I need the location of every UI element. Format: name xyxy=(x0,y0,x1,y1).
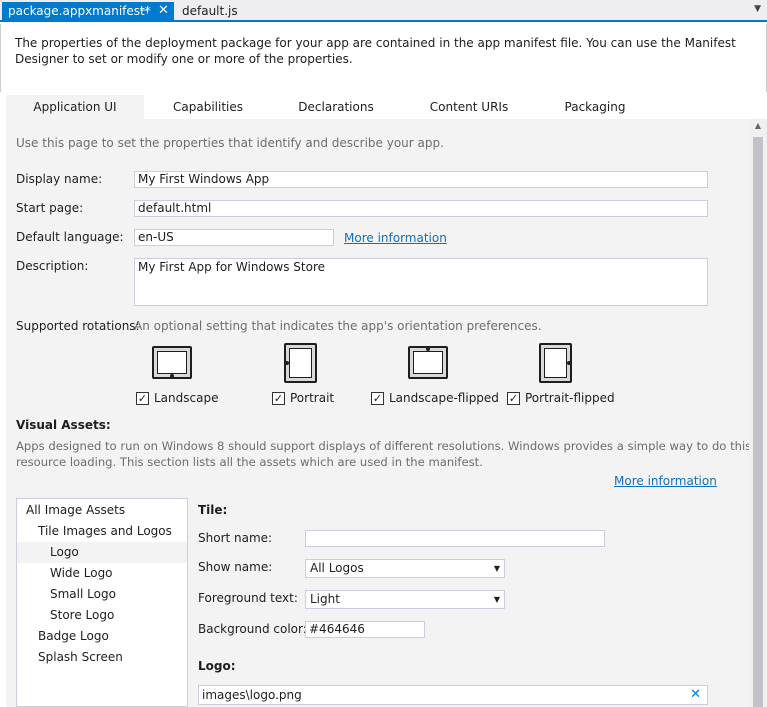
foreground-text-value: Light xyxy=(310,592,340,606)
start-page-field[interactable]: default.html xyxy=(134,200,708,217)
default-language-label: Default language: xyxy=(16,230,124,244)
background-color-field[interactable]: #464646 xyxy=(305,621,425,638)
visual-assets-description-line-2: resource loading. This section lists all… xyxy=(16,455,483,469)
tab-content-uris[interactable]: Content URIs xyxy=(400,95,538,119)
portrait-flipped-device-icon xyxy=(539,343,572,383)
tree-item-store-logo[interactable]: Store Logo xyxy=(17,605,187,626)
show-name-value: All Logos xyxy=(310,561,364,575)
logo-path-field[interactable]: images\logo.png ✕ xyxy=(198,685,708,705)
start-page-label: Start page: xyxy=(16,201,84,215)
chevron-down-icon: ▼ xyxy=(493,564,500,573)
tab-declarations[interactable]: Declarations xyxy=(272,95,400,119)
portrait-flipped-label: Portrait-flipped xyxy=(525,391,615,405)
display-name-field[interactable]: My First Windows App xyxy=(134,171,708,188)
tree-item-all-image-assets[interactable]: All Image Assets xyxy=(17,500,187,521)
landscape-checkbox[interactable]: ✓ xyxy=(136,392,149,405)
tab-default-js[interactable]: default.js xyxy=(176,2,238,22)
tab-packaging[interactable]: Packaging xyxy=(538,95,652,119)
scroll-up-icon[interactable]: ▲ xyxy=(749,121,767,130)
designer-tab-strip: Application UI Capabilities Declarations… xyxy=(6,95,756,119)
tree-item-wide-logo[interactable]: Wide Logo xyxy=(17,563,187,584)
supported-rotations-label: Supported rotations: xyxy=(16,319,140,333)
description-field[interactable]: My First App for Windows Store xyxy=(134,258,708,306)
portrait-device-icon xyxy=(284,343,317,383)
landscape-device-icon xyxy=(152,346,192,379)
default-language-field[interactable]: en-US xyxy=(134,229,334,246)
visual-assets-description-line-1: Apps designed to run on Windows 8 should… xyxy=(16,439,749,453)
foreground-text-select[interactable]: Light ▼ xyxy=(305,590,505,609)
close-icon[interactable]: ✕ xyxy=(158,2,169,20)
rotations-hint: An optional setting that indicates the a… xyxy=(134,319,542,333)
pin-icon[interactable]: ⊣ xyxy=(139,2,149,20)
scrollbar-thumb[interactable] xyxy=(753,137,763,707)
chevron-down-icon: ▼ xyxy=(493,595,500,604)
manifest-intro-text: The properties of the deployment package… xyxy=(0,24,767,92)
page-hint: Use this page to set the properties that… xyxy=(16,136,444,150)
landscape-flipped-device-icon xyxy=(408,346,448,379)
display-name-label: Display name: xyxy=(16,172,103,186)
description-label: Description: xyxy=(16,259,89,273)
tab-label: package.appxmanifest* xyxy=(8,4,151,18)
visual-assets-title: Visual Assets: xyxy=(16,418,111,432)
application-ui-panel: Use this page to set the properties that… xyxy=(6,119,749,707)
short-name-label: Short name: xyxy=(198,531,273,545)
tree-item-logo[interactable]: Logo xyxy=(17,542,187,563)
show-name-select[interactable]: All Logos ▼ xyxy=(305,559,505,578)
chevron-down-icon[interactable]: ▼ xyxy=(754,4,761,14)
clear-icon[interactable]: ✕ xyxy=(690,686,701,704)
short-name-field[interactable] xyxy=(305,530,605,547)
tab-label: default.js xyxy=(182,4,238,18)
tree-item-tile-images-and-logos[interactable]: Tile Images and Logos xyxy=(17,521,187,542)
landscape-flipped-checkbox[interactable]: ✓ xyxy=(371,392,384,405)
vertical-scrollbar[interactable]: ▲ xyxy=(749,119,767,707)
language-more-info-link[interactable]: More information xyxy=(344,231,447,245)
tab-application-ui[interactable]: Application UI xyxy=(6,95,144,119)
tree-item-splash-screen[interactable]: Splash Screen xyxy=(17,647,187,668)
visual-assets-more-info-link[interactable]: More information xyxy=(614,474,717,488)
tile-section-title: Tile: xyxy=(198,503,228,517)
logo-path-value: images\logo.png xyxy=(202,688,302,702)
portrait-flipped-checkbox[interactable]: ✓ xyxy=(507,392,520,405)
document-tab-bar: package.appxmanifest* ⊣ ✕ default.js ▼ xyxy=(0,0,767,22)
tree-item-small-logo[interactable]: Small Logo xyxy=(17,584,187,605)
portrait-checkbox[interactable]: ✓ xyxy=(272,392,285,405)
tab-package-appxmanifest[interactable]: package.appxmanifest* ⊣ ✕ xyxy=(2,2,174,22)
tab-capabilities[interactable]: Capabilities xyxy=(144,95,272,119)
image-assets-tree: All Image Assets Tile Images and Logos L… xyxy=(16,498,188,707)
foreground-text-label: Foreground text: xyxy=(198,591,298,605)
landscape-label: Landscape xyxy=(154,391,219,405)
show-name-label: Show name: xyxy=(198,560,273,574)
landscape-flipped-label: Landscape-flipped xyxy=(389,391,499,405)
background-color-label: Background color: xyxy=(198,622,307,636)
tree-item-badge-logo[interactable]: Badge Logo xyxy=(17,626,187,647)
portrait-label: Portrait xyxy=(290,391,335,405)
logo-section-title: Logo: xyxy=(198,659,236,673)
